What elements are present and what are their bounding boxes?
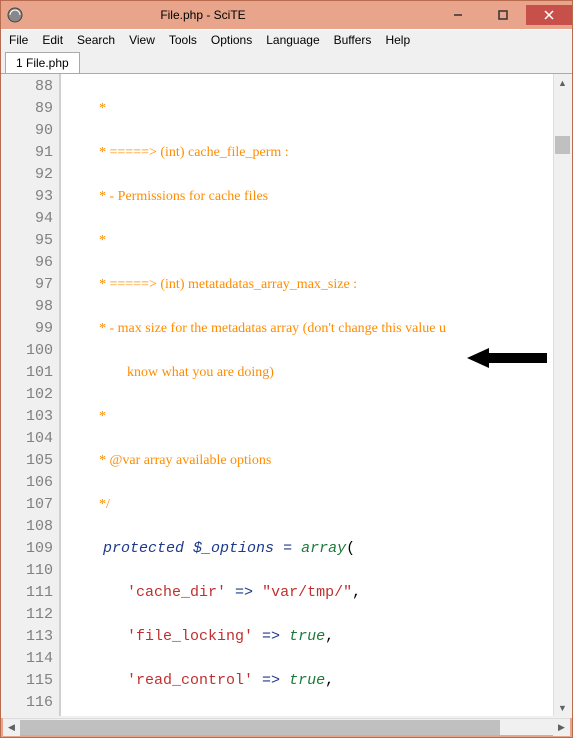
menu-file[interactable]: File (9, 33, 28, 47)
minimize-button[interactable] (436, 5, 480, 25)
comma: , (352, 584, 361, 601)
code-comment: */ (69, 497, 110, 512)
line-number: 88 (13, 76, 53, 98)
app-window: File.php - SciTE File Edit Search View T… (0, 0, 573, 738)
line-number: 94 (13, 208, 53, 230)
window-controls (435, 5, 572, 25)
menu-options[interactable]: Options (211, 33, 252, 47)
maximize-button[interactable] (481, 5, 525, 25)
code-comment: * =====> (int) metatadatas_array_max_siz… (69, 277, 357, 292)
op-eq: = (283, 540, 292, 557)
key-read-control: 'read_control' (127, 672, 253, 689)
tab-file[interactable]: 1 File.php (5, 52, 80, 73)
comma: , (325, 672, 334, 689)
tabbar: 1 File.php (1, 50, 572, 74)
code-comment: * - Permissions for cache files (69, 189, 268, 204)
line-number: 96 (13, 252, 53, 274)
key-cache-dir: 'cache_dir' (127, 584, 226, 601)
val-true: true (289, 672, 325, 689)
vertical-scrollbar[interactable]: ▲ ▼ (553, 74, 570, 716)
line-number: 113 (13, 626, 53, 648)
line-number: 99 (13, 318, 53, 340)
code-comment: * - max size for the metadatas array (do… (69, 321, 446, 336)
fn-array: array (301, 540, 346, 557)
line-number: 111 (13, 582, 53, 604)
menu-language[interactable]: Language (266, 33, 319, 47)
menu-edit[interactable]: Edit (42, 33, 63, 47)
hscroll-thumb[interactable] (20, 720, 500, 735)
menu-buffers[interactable]: Buffers (334, 33, 372, 47)
code-area[interactable]: * * =====> (int) cache_file_perm : * - P… (61, 74, 553, 716)
var-options: $_options (193, 540, 274, 557)
line-number: 91 (13, 142, 53, 164)
val-true: true (289, 628, 325, 645)
titlebar[interactable]: File.php - SciTE (1, 1, 572, 29)
op-arrow: => (262, 628, 280, 645)
line-number: 109 (13, 538, 53, 560)
line-number: 106 (13, 472, 53, 494)
paren: ( (346, 540, 355, 557)
scroll-right-icon[interactable]: ▶ (553, 719, 570, 736)
line-number: 89 (13, 98, 53, 120)
line-gutter: 8889909192939495969798991001011021031041… (3, 74, 61, 716)
code-comment: * (69, 233, 106, 248)
line-number: 114 (13, 648, 53, 670)
code-comment: * =====> (int) cache_file_perm : (69, 145, 289, 160)
window-title: File.php - SciTE (0, 8, 435, 22)
line-number: 110 (13, 560, 53, 582)
comma: , (325, 628, 334, 645)
kw-protected: protected (103, 540, 184, 557)
code-comment: * (69, 409, 106, 424)
line-number: 95 (13, 230, 53, 252)
line-number: 107 (13, 494, 53, 516)
line-number: 93 (13, 186, 53, 208)
menu-tools[interactable]: Tools (169, 33, 197, 47)
code-comment: * @var array available options (69, 453, 271, 468)
key-file-locking: 'file_locking' (127, 628, 253, 645)
editor: 8889909192939495969798991001011021031041… (1, 74, 572, 718)
op-arrow: => (262, 672, 280, 689)
line-number: 100 (13, 340, 53, 362)
menu-view[interactable]: View (129, 33, 155, 47)
annotation-arrow-icon (395, 324, 475, 348)
line-number: 90 (13, 120, 53, 142)
line-number: 103 (13, 406, 53, 428)
menubar: File Edit Search View Tools Options Lang… (1, 29, 572, 50)
vscroll-thumb[interactable] (555, 136, 570, 154)
scroll-up-icon[interactable]: ▲ (554, 74, 571, 91)
scroll-left-icon[interactable]: ◀ (3, 719, 20, 736)
line-number: 105 (13, 450, 53, 472)
code-comment: * (69, 101, 106, 116)
menu-search[interactable]: Search (77, 33, 115, 47)
hscroll-track[interactable] (20, 719, 553, 736)
line-number: 98 (13, 296, 53, 318)
horizontal-scrollbar[interactable]: ◀ ▶ (3, 718, 570, 735)
line-number: 116 (13, 692, 53, 714)
scroll-down-icon[interactable]: ▼ (554, 699, 571, 716)
menu-help[interactable]: Help (385, 33, 410, 47)
code-comment: know what you are doing) (69, 365, 274, 380)
line-number: 97 (13, 274, 53, 296)
line-number: 115 (13, 670, 53, 692)
line-number: 104 (13, 428, 53, 450)
line-number: 112 (13, 604, 53, 626)
line-number: 101 (13, 362, 53, 384)
op-arrow: => (235, 584, 253, 601)
line-number: 92 (13, 164, 53, 186)
line-number: 108 (13, 516, 53, 538)
val-cache-dir: "var/tmp/" (262, 584, 352, 601)
line-number: 102 (13, 384, 53, 406)
close-button[interactable] (526, 5, 572, 25)
